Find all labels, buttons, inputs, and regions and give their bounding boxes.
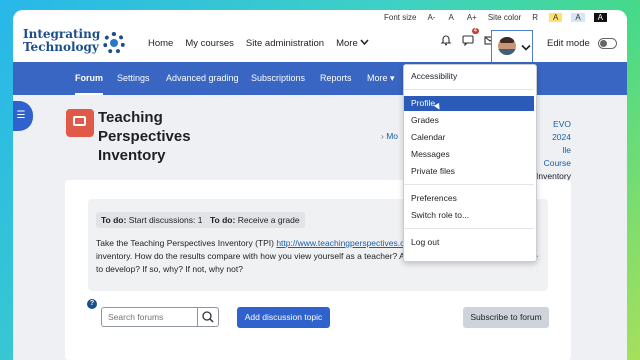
accessibility-toolbar: Font size A- A A+ Site color R A A A <box>13 10 627 24</box>
tab-more[interactable]: More ▾ <box>367 62 395 95</box>
todo-value: Receive a grade <box>237 215 300 225</box>
todo-label: To do: <box>210 215 236 225</box>
menu-item-switch-role[interactable]: Switch role to... <box>404 208 534 223</box>
site-logo[interactable]: Integrating Technology <box>23 28 127 58</box>
nav-more-label: More <box>336 37 358 49</box>
site-color-label: Site color <box>487 12 522 22</box>
menu-item-accessibility[interactable]: Accessibility <box>404 69 534 84</box>
menu-item-messages[interactable]: Messages <box>404 147 534 162</box>
logo-text: Integrating Technology <box>23 28 100 54</box>
description-text: Take the Teaching Perspectives Inventory… <box>96 238 277 248</box>
mouse-cursor-icon <box>433 102 443 112</box>
nav-my-courses[interactable]: My courses <box>185 38 234 49</box>
tab-forum[interactable]: Forum <box>75 62 103 95</box>
logo-line-2: Technology <box>23 40 99 54</box>
todo-label: To do: <box>101 215 127 225</box>
menu-item-logout[interactable]: Log out <box>404 235 534 250</box>
breadcrumb-right: EVO 2024 lle Course Inventory <box>533 118 571 183</box>
chevron-down-icon <box>521 44 531 51</box>
search-input[interactable] <box>102 308 210 326</box>
notification-badge: 4 <box>471 28 479 34</box>
chevron-down-icon <box>360 39 369 45</box>
menu-divider <box>404 184 534 185</box>
messages-icon[interactable]: 4 <box>462 28 479 47</box>
todo-badge: To do: Start discussions: 1 <box>96 212 208 228</box>
todo-badge: To do: Receive a grade <box>205 212 305 228</box>
search-icon <box>202 311 214 323</box>
forum-icon <box>66 109 94 137</box>
help-icon[interactable]: ? <box>87 299 97 309</box>
menu-item-preferences[interactable]: Preferences <box>404 191 534 206</box>
course-index-toggle[interactable]: ☰ <box>13 101 33 131</box>
header-icons: 4 <box>440 28 496 47</box>
menu-item-calendar[interactable]: Calendar <box>404 130 534 145</box>
gear-logo-icon <box>103 32 125 54</box>
todo-value: Start discussions: 1 <box>128 215 203 225</box>
site-header: Integrating Technology Home My courses S… <box>13 24 627 64</box>
breadcrumb: › Mo <box>381 130 398 143</box>
add-discussion-topic-button[interactable]: Add discussion topic <box>237 307 330 328</box>
edit-mode-toggle[interactable] <box>597 38 617 49</box>
font-decrease-button[interactable]: A- <box>425 13 437 22</box>
page-title: Teaching Perspectives Inventory <box>98 109 191 164</box>
nav-site-administration[interactable]: Site administration <box>246 38 324 49</box>
font-increase-button[interactable]: A+ <box>465 13 479 22</box>
menu-item-profile[interactable]: Profile <box>404 96 534 112</box>
breadcrumb-section[interactable]: lle Course <box>533 144 571 170</box>
menu-divider <box>404 89 534 90</box>
font-reset-button[interactable]: A <box>446 13 455 22</box>
menu-divider <box>404 228 534 229</box>
tpi-link[interactable]: http://www.teachingperspectives.co <box>276 238 409 248</box>
tab-more-label: More <box>367 73 388 83</box>
menu-item-label: Profile <box>411 98 436 108</box>
browser-window: Font size A- A A+ Site color R A A A Int… <box>13 10 627 360</box>
edit-mode-control: Edit mode <box>547 38 617 49</box>
search-button[interactable] <box>197 308 218 326</box>
search-forums <box>101 307 219 327</box>
color-blue-button[interactable]: A <box>571 12 585 22</box>
edit-mode-label: Edit mode <box>547 38 590 49</box>
nav-home[interactable]: Home <box>148 38 173 49</box>
color-reset-button[interactable]: R <box>530 13 540 22</box>
chevron-right-icon: › <box>381 131 384 141</box>
breadcrumb-item[interactable]: Mo <box>386 131 398 141</box>
avatar <box>498 37 516 55</box>
tab-settings[interactable]: Settings <box>117 62 150 95</box>
primary-navigation: Home My courses Site administration More <box>148 24 369 62</box>
list-icon: ☰ <box>16 110 26 121</box>
tab-subscriptions[interactable]: Subscriptions <box>251 62 305 95</box>
menu-item-private-files[interactable]: Private files <box>404 164 534 179</box>
nav-more[interactable]: More <box>336 38 369 49</box>
bell-icon[interactable] <box>440 34 452 46</box>
font-size-label: Font size <box>384 12 417 22</box>
color-yellow-button[interactable]: A <box>548 12 563 22</box>
menu-item-grades[interactable]: Grades <box>404 113 534 128</box>
user-menu-dropdown: Accessibility Profile Grades Calendar Me… <box>403 64 537 262</box>
tab-reports[interactable]: Reports <box>320 62 352 95</box>
subscribe-button[interactable]: Subscribe to forum <box>463 307 549 328</box>
tab-advanced-grading[interactable]: Advanced grading <box>166 62 239 95</box>
breadcrumb-course[interactable]: EVO 2024 <box>533 118 571 144</box>
user-menu-toggle[interactable] <box>491 30 533 64</box>
color-dark-button[interactable]: A <box>593 12 607 22</box>
